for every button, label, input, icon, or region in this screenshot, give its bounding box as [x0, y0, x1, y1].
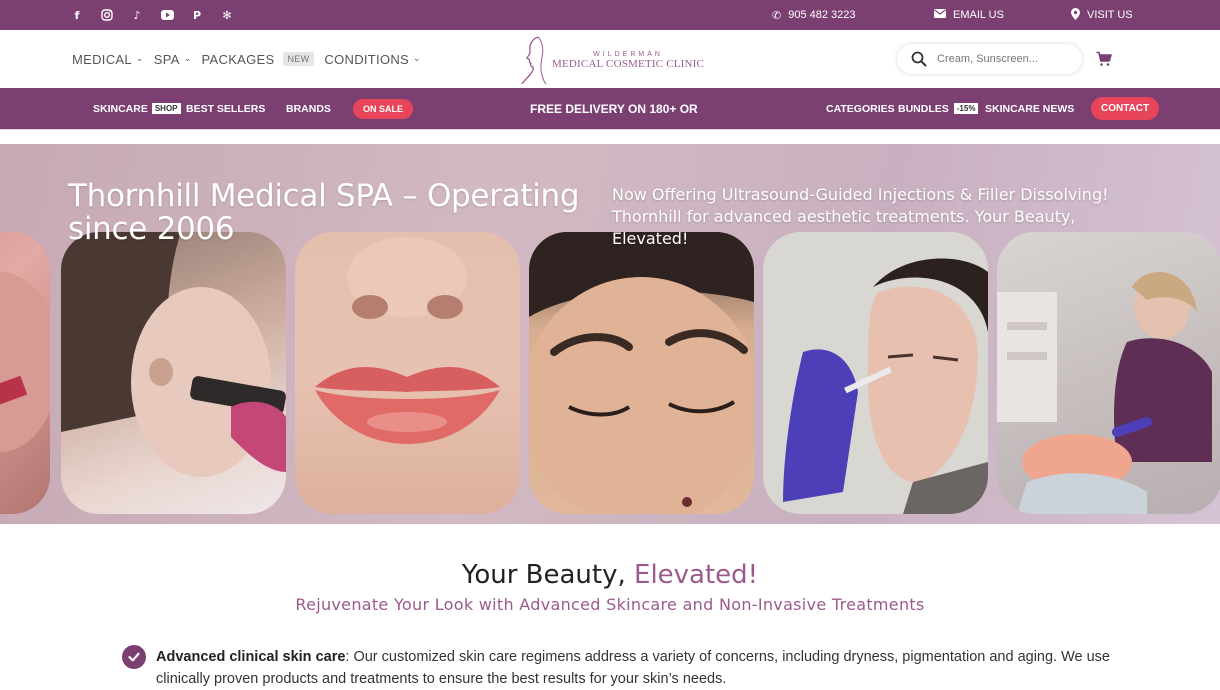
skincare-shop-link[interactable]: SKINCARE SHOP — [93, 88, 181, 129]
best-sellers-link[interactable]: BEST SELLERS — [186, 88, 265, 129]
bundles-link[interactable]: BUNDLES -15% — [898, 88, 979, 129]
youtube-icon[interactable] — [158, 6, 176, 24]
instagram-icon[interactable] — [98, 6, 116, 24]
hero-banner: Thornhill Medical SPA – Operating since … — [0, 144, 1220, 524]
on-sale-wrap: ON SALE — [353, 88, 414, 129]
visit-link[interactable]: VISIT US — [1071, 0, 1133, 30]
brands-link[interactable]: BRANDS — [286, 88, 331, 129]
hero-photo-treatment-face — [0, 232, 50, 514]
hero-photo-facial-treatment — [997, 232, 1220, 514]
logo-text-top: WILDERMAN — [593, 50, 663, 58]
visit-label: VISIT US — [1087, 9, 1133, 21]
cart-icon — [1096, 51, 1112, 66]
menu-label-spa: SPA — [153, 51, 180, 67]
menu-item-conditions[interactable]: CONDITIONS ⌄ — [324, 52, 420, 67]
top-bar: f ♪ P ✻ ✆ 905 482 3223 EMAIL US VISIT US — [0, 0, 1220, 30]
on-sale-button[interactable]: ON SALE — [353, 98, 414, 119]
contact-button[interactable]: CONTACT — [1091, 97, 1160, 120]
face-profile-logo-icon — [521, 36, 547, 85]
yelp-icon[interactable]: ✻ — [218, 6, 236, 24]
feature-text: Advanced clinical skin care: Our customi… — [156, 646, 1122, 690]
search-box[interactable] — [897, 44, 1082, 74]
chevron-down-icon: ⌄ — [413, 54, 421, 64]
menu-label-packages: PACKAGES — [201, 51, 275, 67]
menu-label-conditions: CONDITIONS — [324, 51, 410, 67]
clinic-logo[interactable]: WILDERMAN MEDICAL COSMETIC CLINIC — [520, 34, 710, 86]
nav-divider — [0, 129, 1220, 130]
section-title: Your Beauty, Elevated! — [0, 560, 1220, 590]
free-delivery-banner: FREE DELIVERY ON 180+ OR — [530, 101, 698, 116]
chevron-down-icon: ⌄ — [135, 54, 144, 64]
hero-description: Now Offering Ultrasound-Guided Injection… — [612, 185, 1109, 248]
menu-item-medical[interactable]: MEDICAL ⌄ — [72, 52, 144, 67]
search-input[interactable] — [935, 52, 1069, 66]
facebook-icon[interactable]: f — [68, 6, 86, 24]
skincare-news-link[interactable]: SKINCARE NEWS — [985, 88, 1074, 129]
menu-label-medical: MEDICAL — [72, 51, 132, 67]
phone-link[interactable]: ✆ 905 482 3223 — [772, 0, 856, 30]
contact-wrap: CONTACT — [1091, 88, 1160, 129]
section-subtitle: Rejuvenate Your Look with Advanced Skinc… — [295, 595, 925, 614]
new-badge: NEW — [282, 52, 315, 66]
phone-number: 905 482 3223 — [788, 9, 856, 21]
categories-link[interactable]: CATEGORIES — [826, 88, 895, 129]
section-title-accent: Elevated! — [634, 560, 759, 590]
menu-item-spa[interactable]: SPA ⌄ — [154, 52, 192, 67]
shop-navigation: SKINCARE SHOP BEST SELLERS BRANDS ON SAL… — [0, 88, 1220, 129]
hero-title: Thornhill Medical SPA – Operating since … — [68, 178, 580, 247]
bundles-label: BUNDLES — [898, 102, 949, 115]
chevron-down-icon: ⌄ — [183, 54, 192, 64]
feature-item: Advanced clinical skin care: Our customi… — [122, 645, 1122, 690]
envelope-icon — [934, 9, 946, 21]
social-links: f ♪ P ✻ — [68, 0, 236, 30]
main-menu: MEDICAL ⌄ SPA ⌄ PACKAGES NEW CONDITIONS … — [72, 30, 421, 88]
hero-photo-eyebrow-treatment — [529, 232, 754, 514]
shop-badge: SHOP — [151, 103, 181, 114]
skincare-label: SKINCARE — [93, 102, 148, 115]
tiktok-icon[interactable]: ♪ — [128, 6, 146, 24]
email-label: EMAIL US — [953, 9, 1004, 21]
feature-title: Advanced clinical skin care — [156, 649, 346, 665]
hero-photo-lip-filler — [295, 232, 520, 514]
location-pin-icon — [1071, 7, 1080, 23]
menu-item-packages[interactable]: PACKAGES — [202, 52, 275, 67]
pinterest-icon[interactable]: P — [188, 6, 206, 24]
phone-icon: ✆ — [772, 8, 782, 22]
hero-photo-laser-treatment — [61, 232, 286, 514]
search-icon — [911, 51, 927, 67]
email-link[interactable]: EMAIL US — [934, 0, 1004, 30]
main-navigation: MEDICAL ⌄ SPA ⌄ PACKAGES NEW CONDITIONS … — [0, 30, 1220, 88]
hero-photo-injection — [763, 232, 988, 514]
section-title-main: Your Beauty, — [461, 560, 635, 590]
checkmark-icon — [122, 645, 146, 669]
discount-badge: -15% — [953, 103, 979, 114]
logo-text-main: MEDICAL COSMETIC CLINIC — [552, 57, 705, 70]
